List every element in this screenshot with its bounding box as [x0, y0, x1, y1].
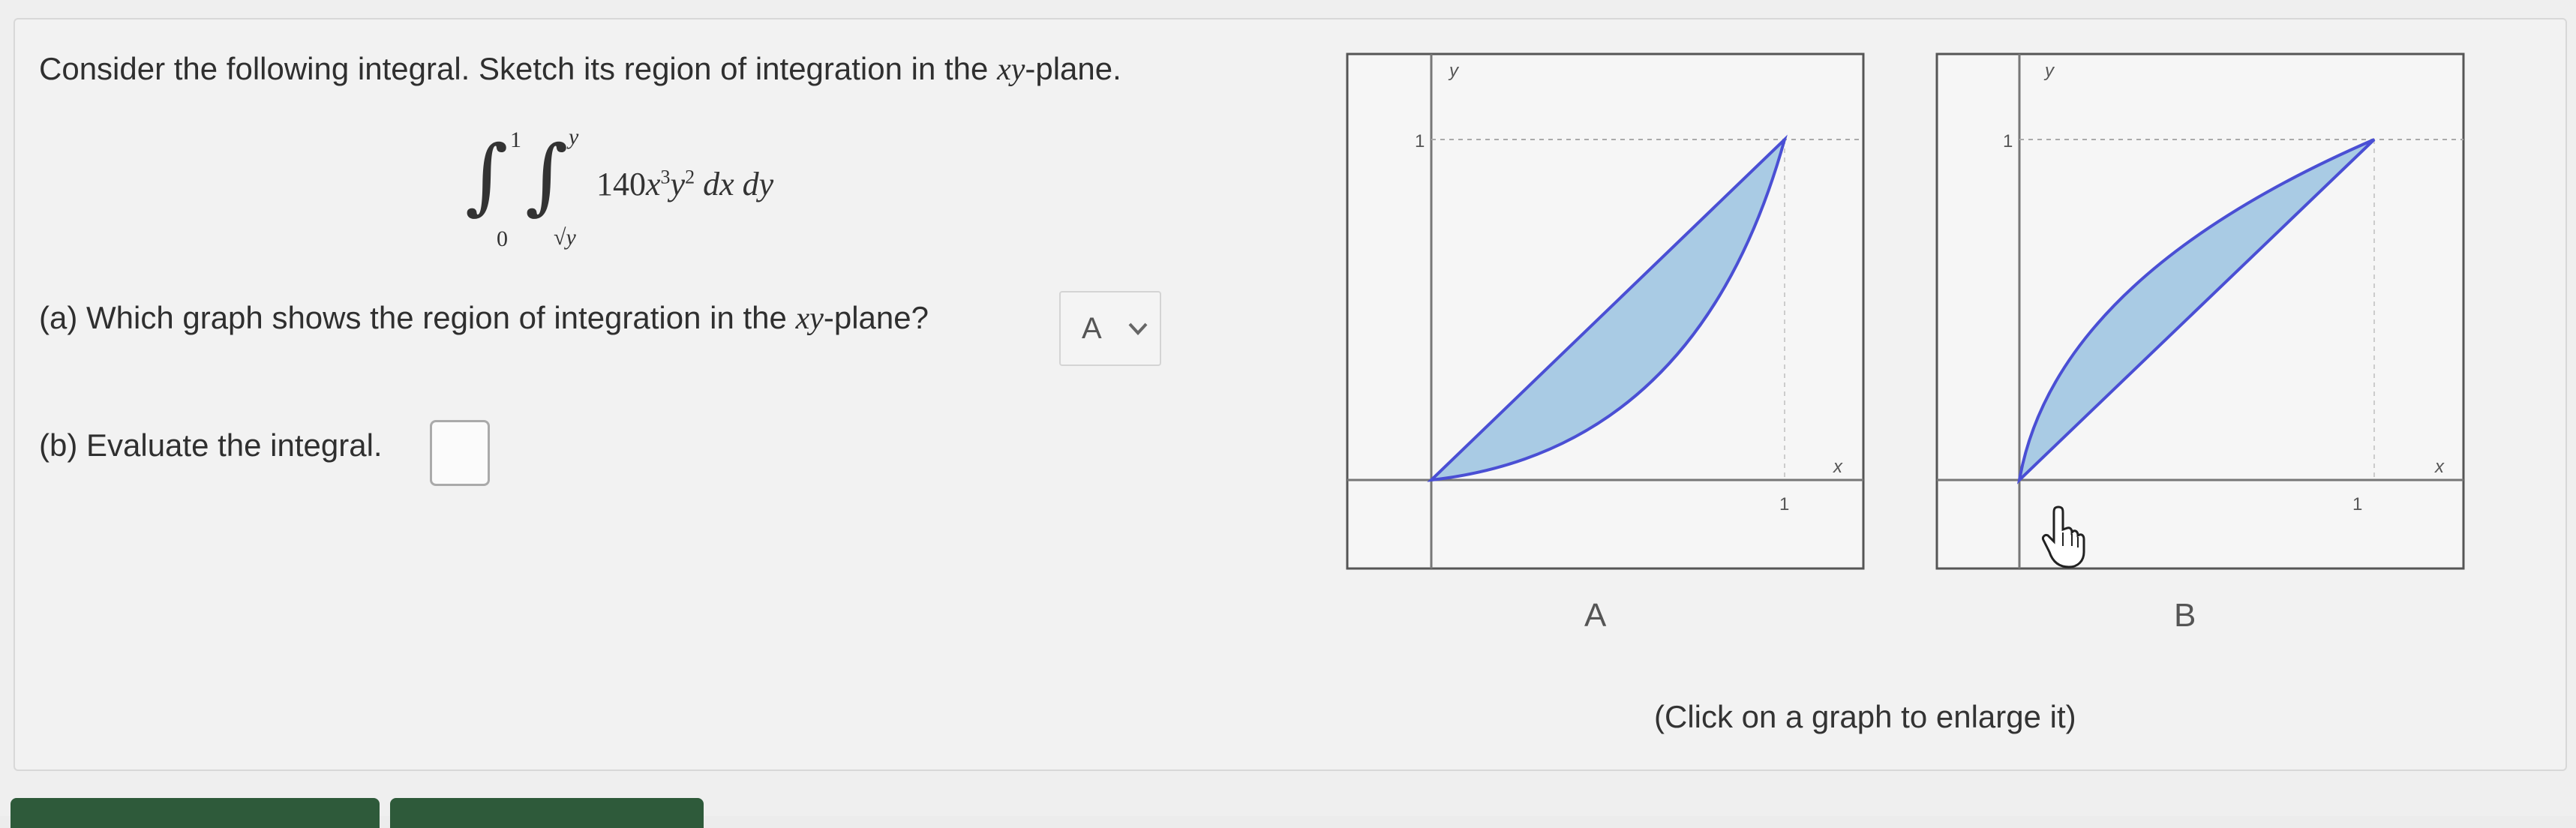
- graph-b-y-label: y: [2043, 61, 2055, 81]
- graph-b-plot[interactable]: y 1 x 1: [1935, 52, 2465, 570]
- graph-b-y-tick: 1: [2003, 131, 2013, 152]
- prompt-text-before: Consider the following integral. Sketch …: [39, 51, 998, 86]
- graph-a[interactable]: y 1 x 1: [1346, 52, 1865, 574]
- outer-integral-sign: ∫: [465, 128, 509, 224]
- graph-b-caption[interactable]: B: [2174, 597, 2196, 634]
- part-a-variable: xy: [795, 302, 824, 336]
- part-a-text-after: -plane?: [823, 300, 929, 335]
- x-variable: x: [646, 166, 661, 202]
- inner-upper-limit: y: [569, 124, 579, 149]
- integrand: 140x3y2 dx dy: [596, 165, 773, 203]
- outer-upper-limit: 1: [510, 128, 521, 152]
- dy-term: dy: [742, 166, 774, 202]
- graph-b-frame: [1935, 52, 2465, 570]
- part-a-text-before: (a) Which graph shows the region of inte…: [39, 300, 796, 335]
- part-b-label: (b) Evaluate the integral.: [39, 428, 383, 463]
- graph-b[interactable]: y 1 x 1: [1935, 52, 2465, 574]
- screen: Consider the following integral. Sketch …: [0, 0, 2576, 828]
- enlarge-hint: (Click on a graph to enlarge it): [1654, 699, 2076, 734]
- bottom-button-2[interactable]: [390, 798, 704, 828]
- prompt-variable: xy: [997, 52, 1025, 87]
- graph-a-x-tick: 1: [1779, 494, 1789, 514]
- graph-a-caption[interactable]: A: [1584, 597, 1606, 634]
- question-prompt: Consider the following integral. Sketch …: [39, 51, 1121, 88]
- coefficient: 140: [596, 166, 646, 202]
- graph-b-x-label: x: [2434, 457, 2445, 477]
- graph-a-y-tick: 1: [1415, 131, 1425, 152]
- integral-expression: ∫ 1 0 ∫ y √y 140x3y2 dx dy: [465, 124, 855, 255]
- chevron-down-icon: [1128, 322, 1148, 335]
- prompt-text-after: -plane.: [1025, 51, 1121, 86]
- y-variable: y: [670, 166, 686, 202]
- graph-b-x-tick: 1: [2352, 494, 2362, 514]
- graph-a-plot[interactable]: y 1 x 1: [1346, 52, 1865, 570]
- dx-term: dx: [703, 166, 734, 202]
- graph-choice-dropdown[interactable]: A: [1059, 291, 1161, 366]
- y-exponent: 2: [685, 166, 695, 188]
- outer-lower-limit: 0: [497, 226, 508, 251]
- graph-a-x-label: x: [1833, 457, 1843, 477]
- graph-a-y-label: y: [1448, 61, 1460, 81]
- integral-answer-input[interactable]: [430, 420, 490, 486]
- part-a-label: (a) Which graph shows the region of inte…: [39, 300, 929, 337]
- inner-lower-limit: √y: [554, 225, 576, 250]
- inner-integral-sign: ∫: [525, 128, 569, 224]
- bottom-button-1[interactable]: [11, 798, 380, 828]
- x-exponent: 3: [660, 166, 671, 188]
- dropdown-selected-value: A: [1082, 312, 1102, 345]
